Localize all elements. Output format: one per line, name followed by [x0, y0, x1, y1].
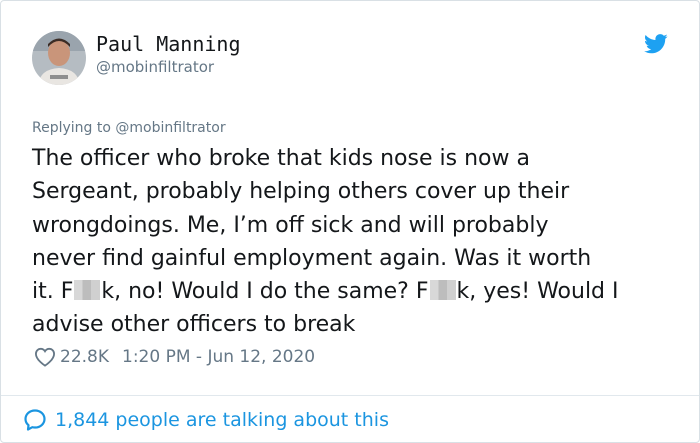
twitter-bird-icon[interactable]: [644, 34, 668, 54]
tweet-text-fragment: it. F: [32, 279, 74, 305]
author-handle[interactable]: @mobinfiltrator: [96, 58, 214, 76]
tweet-line: advise other officers to break: [32, 312, 356, 338]
tweet-text-fragment: k, yes! Would I: [456, 279, 619, 305]
tweet-text-fragment: k, no! Would I do the same? F: [101, 279, 429, 305]
heart-icon[interactable]: [34, 347, 56, 367]
embedded-tweet-card: Paul Manning @mobinfiltrator Replying to…: [0, 0, 700, 443]
tweet-line: wrongdoings. Me, I’m off sick and will p…: [32, 212, 549, 238]
author-name[interactable]: Paul Manning: [96, 32, 241, 56]
conversation-link[interactable]: 1,844 people are talking about this: [23, 406, 389, 434]
censor-blur: [74, 280, 101, 301]
tweet-meta: 22.8K 1:20 PM - Jun 12, 2020: [34, 344, 315, 370]
tweet-line: The officer who broke that kids nose is …: [32, 146, 530, 171]
censor-blur: [429, 280, 456, 301]
avatar[interactable]: [32, 31, 86, 85]
talking-label[interactable]: 1,844 people are talking about this: [55, 409, 389, 431]
tweet-line: Sergeant, probably helping others cover …: [32, 179, 570, 205]
tweet-line: never find gainful employment again. Was…: [32, 245, 592, 271]
divider: [1, 395, 699, 396]
replying-to[interactable]: Replying to @mobinfiltrator: [32, 120, 226, 136]
tweet-line: it. F k, no! Would I do the same? F k, yes…: [32, 275, 682, 308]
like-count[interactable]: 22.8K: [60, 347, 109, 367]
timestamp[interactable]: 1:20 PM - Jun 12, 2020: [122, 347, 315, 367]
comment-bubble-icon: [24, 409, 46, 431]
tweet-text: The officer who broke that kids nose is …: [32, 142, 682, 342]
